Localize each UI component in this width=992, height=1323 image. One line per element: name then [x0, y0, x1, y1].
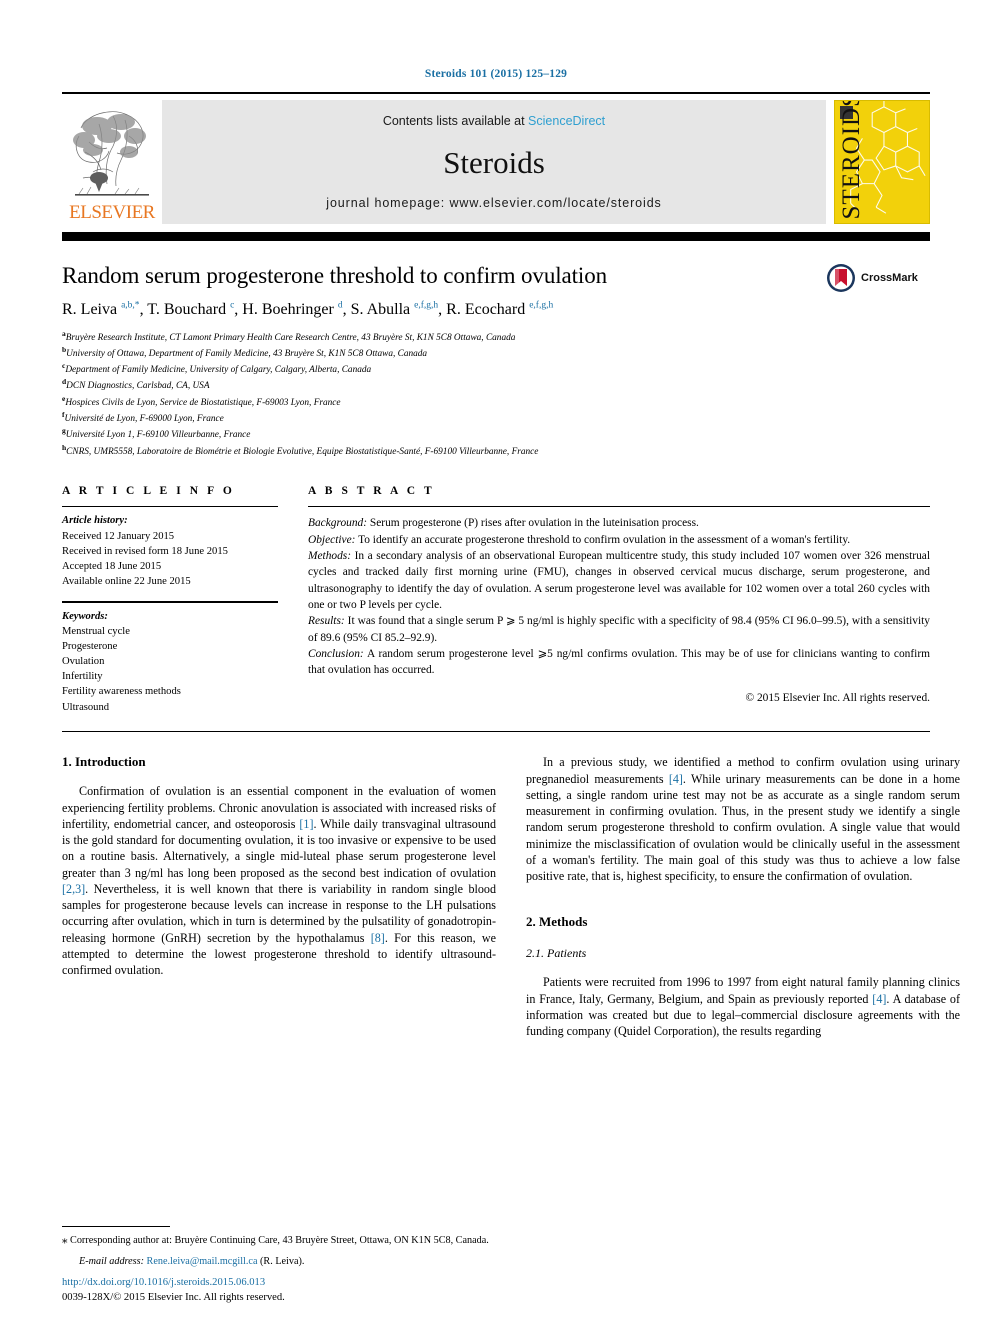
contents-available-line: Contents lists available at ScienceDirec…	[383, 114, 605, 128]
title-block: CrossMark Random serum progesterone thre…	[62, 263, 930, 459]
article-info-heading: A R T I C L E I N F O	[62, 484, 235, 497]
body-column-right: In a previous study, we identified a met…	[526, 754, 960, 1039]
intro-paragraph-1: Confirmation of ovulation is an essentia…	[62, 784, 496, 978]
footnote-rule	[62, 1225, 170, 1227]
article-history-label: Article history:	[62, 515, 128, 527]
email-link[interactable]: Rene.leiva@mail.mcgill.ca	[147, 1256, 258, 1267]
article-history-item: Available online 22 June 2015	[62, 576, 191, 588]
abstract-section-label: Background:	[308, 517, 368, 530]
doi-block: http://dx.doi.org/10.1016/j.steroids.201…	[62, 1276, 562, 1305]
citation-link[interactable]: [4]	[872, 992, 886, 1006]
elsevier-logo: ELSEVIER	[62, 100, 162, 224]
doi-link[interactable]: http://dx.doi.org/10.1016/j.steroids.201…	[62, 1276, 562, 1290]
subsection-heading-patients: 2.1. Patients	[526, 946, 587, 961]
article-history-item: Received in revised form 18 June 2015	[62, 545, 228, 557]
keywords-label: Keywords:	[62, 610, 108, 622]
journal-cover-thumbnail[interactable]: STEROIDS	[834, 100, 930, 224]
crossmark-icon	[827, 264, 855, 292]
corresponding-author-note: ⁎ Corresponding author at: Bruyère Conti…	[62, 1233, 496, 1248]
affiliation-item: hCNRS, UMR5558, Laboratoire de Biométrie…	[62, 442, 539, 457]
page-title: Random serum progesterone threshold to c…	[62, 263, 608, 288]
sciencedirect-link[interactable]: ScienceDirect	[528, 114, 605, 128]
keyword-item: Infertility	[62, 671, 103, 683]
email-suffix: (R. Leiva).	[257, 1256, 305, 1267]
elsevier-tree-icon	[73, 111, 149, 196]
keyword-item: Ovulation	[62, 656, 105, 668]
patients-paragraph: Patients were recruited from 1996 to 199…	[526, 975, 960, 1039]
running-head: Steroids 101 (2015) 125–129	[424, 68, 568, 80]
affiliation-item: dDCN Diagnostics, Carlsbad, CA, USA	[62, 377, 210, 392]
citation-link[interactable]: [8]	[371, 931, 385, 945]
article-info-rule	[62, 505, 278, 508]
affiliation-item: eHospices Civils de Lyon, Service de Bio…	[62, 393, 341, 408]
article-history-item: Accepted 18 June 2015	[62, 560, 162, 572]
journal-masthead: ELSEVIER Contents lists available at Sci…	[62, 92, 930, 241]
abstract-column: A B S T R A C T Background: Serum proges…	[308, 485, 930, 715]
crossmark-badge[interactable]: CrossMark	[826, 263, 930, 293]
citation-link[interactable]: [1]	[299, 817, 313, 831]
body-column-left: 1. Introduction Confirmation of ovulatio…	[62, 754, 496, 1039]
abstract-section-label: Objective:	[308, 533, 356, 546]
abstract-section: Background: Serum progesterone (P) rises…	[308, 517, 699, 530]
abstract-section: Objective: To identify an accurate proge…	[308, 533, 851, 546]
citation-link[interactable]: [4]	[669, 772, 683, 786]
keyword-item: Menstrual cycle	[62, 625, 130, 637]
keyword-items: Menstrual cycle Progesterone Ovulation Infe…	[62, 624, 278, 715]
abstract-body: Background: Serum progesterone (P) rises…	[308, 515, 930, 678]
article-info-column: A R T I C L E I N F O Article history: R…	[62, 485, 278, 715]
keyword-item: Ultrasound	[62, 701, 110, 713]
abstract-rule	[308, 505, 930, 508]
section-heading-methods: 2. Methods	[526, 914, 588, 930]
affiliation-item: cDepartment of Family Medicine, Universi…	[62, 361, 372, 376]
abstract-copyright: © 2015 Elsevier Inc. All rights reserved…	[745, 692, 930, 705]
abstract-section: Conclusion: A random serum progesterone …	[308, 647, 930, 677]
panel-bottom-rule	[62, 730, 930, 733]
affiliation-item: bUniversity of Ottawa, Department of Fam…	[62, 344, 428, 359]
affiliation-list: aBruyère Research Institute, CT Lamont P…	[62, 329, 930, 459]
keyword-item: Fertility awareness methods	[62, 686, 181, 698]
article-history-item: Received 12 January 2015	[62, 530, 175, 542]
affiliation-item: fUniversité de Lyon, F-69000 Lyon, Franc…	[62, 410, 224, 425]
keywords-rule	[62, 601, 278, 603]
abstract-section-label: Results:	[308, 615, 345, 628]
journal-homepage-link[interactable]: journal homepage: www.elsevier.com/locat…	[326, 196, 661, 210]
masthead-center-panel: Contents lists available at ScienceDirec…	[162, 100, 826, 224]
abstract-heading: A B S T R A C T	[308, 484, 435, 497]
keywords-block: Keywords: Menstrual cycle Progesterone Ovu…	[62, 609, 278, 715]
paper-page: Steroids 101 (2015) 125–129 ELSEVIER Con…	[0, 0, 992, 1323]
info-abstract-panel: A R T I C L E I N F O Article history: R…	[62, 485, 930, 715]
keyword-item: Progesterone	[62, 641, 118, 653]
affiliation-item: aBruyère Research Institute, CT Lamont P…	[62, 328, 516, 343]
body-columns: 1. Introduction Confirmation of ovulatio…	[62, 754, 960, 1039]
article-history-block: Article history: Received 12 January 201…	[62, 513, 278, 589]
email-label: E-mail address:	[79, 1256, 144, 1267]
contents-prefix: Contents lists available at	[382, 114, 529, 128]
email-note: E-mail address: Rene.leiva@mail.mcgill.c…	[62, 1256, 496, 1267]
crossmark-label: CrossMark	[861, 272, 918, 284]
intro-paragraph-2: In a previous study, we identified a met…	[526, 755, 960, 884]
abstract-section-label: Methods:	[308, 550, 352, 563]
abstract-section: Results: It was found that a single seru…	[308, 615, 930, 644]
abstract-section: Methods: In a secondary analysis of an o…	[308, 550, 930, 611]
issn-copyright-line: 0039-128X/© 2015 Elsevier Inc. All right…	[62, 1291, 285, 1303]
citation-link[interactable]: [2,3]	[62, 882, 85, 896]
masthead-top-rule	[62, 92, 930, 94]
cover-title: STEROIDS	[838, 100, 865, 219]
article-history-items: Received 12 January 2015 Received in revi…	[62, 529, 278, 590]
masthead-bottom-rule	[62, 232, 930, 241]
corresponding-author-text: Corresponding author at: Bruyère Continu…	[67, 1234, 489, 1246]
abstract-section-label: Conclusion:	[308, 647, 364, 660]
section-heading-introduction: 1. Introduction	[62, 754, 146, 770]
journal-name: Steroids	[443, 144, 545, 180]
elsevier-wordmark: ELSEVIER	[69, 202, 155, 223]
footnote-block: ⁎ Corresponding author at: Bruyère Conti…	[62, 1225, 496, 1267]
author-list: R. Leiva a,b,*, T. Bouchard c, H. Boehri…	[62, 301, 554, 319]
affiliation-item: gUniversité Lyon 1, F-69100 Villeurbanne…	[62, 426, 251, 441]
